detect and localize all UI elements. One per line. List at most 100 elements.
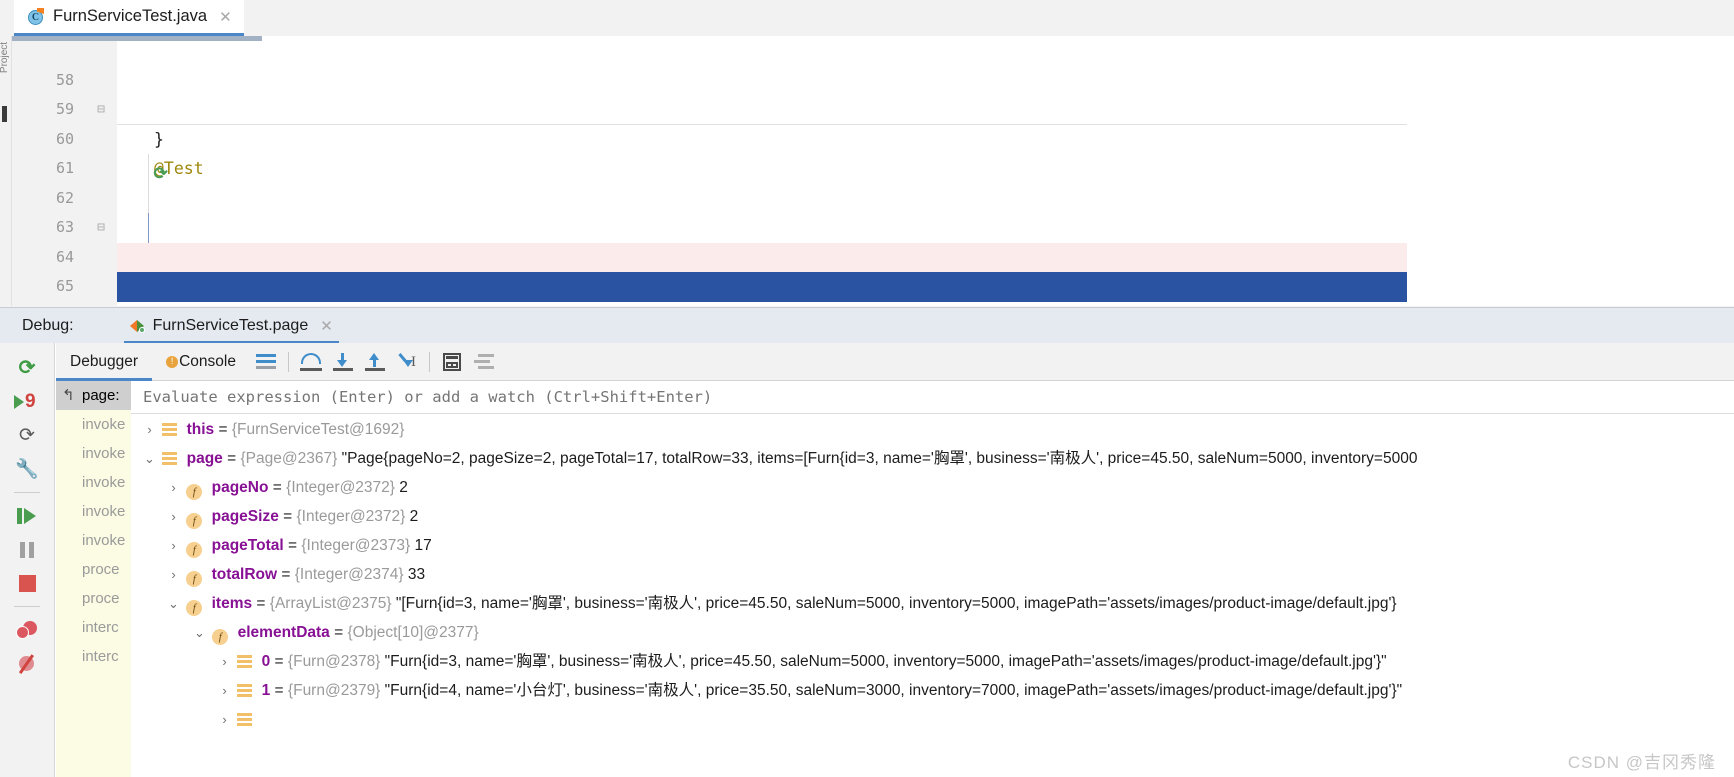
variable-row-pagesize[interactable]: › f pageSize = {Integer@2372} 2 [132, 502, 1734, 531]
equals: = [277, 566, 295, 583]
close-icon[interactable]: ✕ [320, 317, 333, 335]
wrench-icon[interactable]: 🔧 [8, 453, 46, 486]
editor-tab-furnservicetest[interactable]: C FurnServiceTest.java ✕ [14, 0, 244, 36]
variable-value: 33 [403, 566, 426, 583]
frame-row[interactable]: invoke [56, 526, 131, 555]
variable-type: {ArrayList@2375} [269, 595, 392, 612]
variable-type: {Integer@2373} [301, 537, 411, 554]
variable-row-partial[interactable]: › [132, 705, 1734, 734]
variable-value: 2 [394, 479, 408, 496]
step-out-button[interactable] [359, 343, 391, 381]
object-icon [237, 683, 253, 698]
variable-type: {Furn@2378} [287, 653, 381, 670]
debugger-tab-strip: Debugger ! Console I [56, 343, 1734, 381]
rerun-button[interactable]: ⟳ [8, 351, 46, 384]
frame-row[interactable]: invoke [56, 439, 131, 468]
variable-type: {Integer@2372} [296, 508, 406, 525]
expand-chevron-icon[interactable]: › [165, 473, 182, 502]
collapse-chevron-icon[interactable]: ⌄ [141, 444, 158, 473]
variable-value: "Furn{id=4, name='小台灯', business='南极人', … [380, 682, 1403, 699]
debug-window-title: Debug: [22, 316, 74, 334]
field-icon: f [186, 571, 203, 587]
tab-debugger[interactable]: Debugger [56, 343, 153, 381]
view-breakpoints-button[interactable] [8, 613, 46, 646]
sort-values-button[interactable] [468, 343, 500, 381]
java-class-icon: C [28, 8, 45, 25]
variables-panel[interactable]: › this = {FurnServiceTest@1692} ⌄ page =… [132, 415, 1734, 777]
variable-row-items[interactable]: ⌄ f items = {ArrayList@2375} "[Furn{id=3… [132, 589, 1734, 618]
pause-program-button[interactable] [8, 533, 46, 566]
expand-chevron-icon[interactable]: › [141, 415, 158, 444]
stop-button[interactable] [8, 567, 46, 600]
frame-label: proce [82, 561, 120, 578]
expand-chevron-icon[interactable]: › [165, 502, 182, 531]
restart-frame-button[interactable]: ⟳ [8, 419, 46, 452]
evaluate-expression-button[interactable] [436, 343, 468, 381]
debug-tool-window-header: Debug: FurnServiceTest.page ✕ [0, 307, 1734, 344]
strip-marker [2, 106, 7, 122]
sort-icon [473, 353, 494, 370]
warning-badge-icon: ! [166, 355, 179, 368]
step-into-button[interactable] [327, 343, 359, 381]
evaluate-expression-bar [56, 380, 1734, 421]
debug-session-tab[interactable]: FurnServiceTest.page ✕ [123, 308, 340, 344]
expand-chevron-icon[interactable]: › [216, 647, 233, 676]
collapse-chevron-icon[interactable]: ⌄ [191, 618, 208, 647]
tab-console[interactable]: ! Console [152, 343, 250, 381]
resume-9-button[interactable]: 9 [8, 385, 46, 418]
frame-row[interactable]: invoke [56, 497, 131, 526]
frames-panel[interactable]: ↰ page: invoke invoke invoke invoke invo… [56, 381, 131, 777]
variable-type: {Object[10]@2377} [347, 624, 479, 641]
evaluate-expression-input[interactable] [131, 380, 1734, 414]
variable-name: totalRow [211, 566, 278, 583]
mute-breakpoints-button[interactable] [8, 647, 46, 680]
frame-row[interactable]: invoke [56, 468, 131, 497]
code-line-61: 61 ⟳ ⊟ public void page() { [12, 125, 1734, 296]
frame-row[interactable]: interc [56, 642, 131, 671]
frame-label: interc [82, 648, 119, 665]
resume-badge-count: 9 [25, 390, 36, 412]
frame-label: proce [82, 590, 120, 607]
expand-chevron-icon[interactable]: › [165, 560, 182, 589]
variable-name: pageNo [211, 479, 269, 496]
code-line-63: 63 ✓ Page<Furn> page = furnService.page(… [12, 183, 1734, 272]
variable-name: pageSize [211, 508, 279, 525]
variable-name: elementData [237, 624, 330, 641]
expand-chevron-icon[interactable]: › [216, 705, 233, 734]
variable-name: page [186, 450, 223, 467]
frame-row[interactable]: proce [56, 584, 131, 613]
close-icon[interactable]: ✕ [219, 8, 232, 26]
variable-value: 2 [405, 508, 419, 525]
variable-row-elementdata[interactable]: ⌄ f elementData = {Object[10]@2377} [132, 618, 1734, 647]
frame-row[interactable]: proce [56, 555, 131, 584]
fold-marker[interactable]: ⊟ [94, 302, 108, 307]
frame-row[interactable]: interc [56, 613, 131, 642]
frame-row[interactable]: invoke [56, 410, 131, 439]
variable-row-index-1[interactable]: › 1 = {Furn@2379} "Furn{id=4, name='小台灯'… [132, 676, 1734, 705]
run-to-cursor-icon: I [396, 352, 418, 371]
editor-scrollbar[interactable] [12, 36, 262, 41]
run-test-icon[interactable]: ⟳ [74, 130, 167, 183]
tab-console-label: Console [179, 352, 236, 370]
ide-window: C FurnServiceTest.java ✕ Project 58 ⊟ } … [0, 0, 1734, 777]
layout-button[interactable] [250, 343, 282, 381]
code-line-66: 66 } [12, 272, 1734, 302]
variable-row-index-0[interactable]: › 0 = {Furn@2378} "Furn{id=3, name='胸罩',… [132, 647, 1734, 676]
variable-row-this[interactable]: › this = {FurnServiceTest@1692} [132, 415, 1734, 444]
breakpoint-verified-icon[interactable]: ✓ [70, 190, 159, 244]
variable-name: this [186, 421, 215, 438]
expand-chevron-icon[interactable]: › [165, 531, 182, 560]
step-over-button[interactable] [295, 343, 327, 381]
variable-row-page[interactable]: ⌄ page = {Page@2367} "Page{pageNo=2, pag… [132, 444, 1734, 473]
debug-session-label: FurnServiceTest.page [152, 316, 309, 334]
variable-row-totalrow[interactable]: › f totalRow = {Integer@2374} 33 [132, 560, 1734, 589]
collapse-chevron-icon[interactable]: ⌄ [165, 589, 182, 618]
frame-row[interactable]: ↰ page: [56, 381, 131, 410]
project-tool-label[interactable]: Project [0, 42, 10, 73]
code-editor[interactable]: 58 ⊟ } 59 60 @Test 61 ⟳ ⊟ public void pa… [12, 36, 1734, 306]
variable-row-pageno[interactable]: › f pageNo = {Integer@2372} 2 [132, 473, 1734, 502]
resume-program-button[interactable] [8, 499, 46, 532]
expand-chevron-icon[interactable]: › [216, 676, 233, 705]
run-to-cursor-button[interactable]: I [391, 343, 423, 381]
variable-row-pagetotal[interactable]: › f pageTotal = {Integer@2373} 17 [132, 531, 1734, 560]
